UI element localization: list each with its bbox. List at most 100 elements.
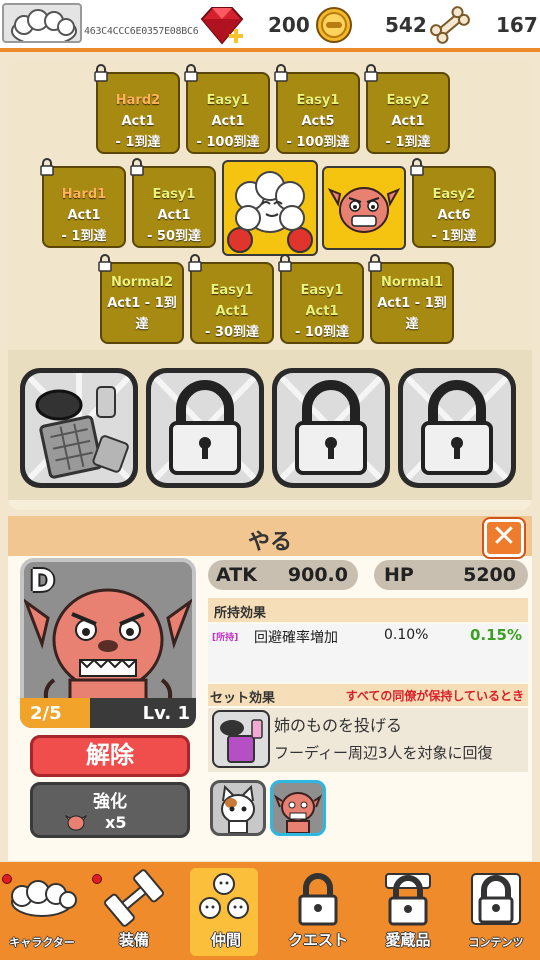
node-goal: - 10到達	[294, 325, 349, 340]
node-difficulty: Easy1 Act1	[210, 283, 254, 319]
atk-stat: ATK 900.0	[208, 560, 358, 590]
hp-value: 5200	[463, 564, 516, 586]
lock-icon	[471, 873, 521, 925]
sheep-icon	[11, 880, 77, 917]
set-effect-desc: フーディー周辺3人を対象に回復	[274, 744, 493, 762]
condition-node[interactable]: Normal2 Act1 - 1到 達	[98, 254, 184, 344]
set-effect-row: 姉のものを投げる フーディー周辺3人を対象に回復	[208, 708, 528, 772]
node-goal: - 1到達	[115, 135, 161, 150]
lock-icon	[278, 254, 292, 272]
companions-icon	[199, 873, 249, 919]
rank-badge: D	[30, 564, 55, 599]
lock-icon	[130, 158, 144, 176]
nav-companions-active[interactable]: 仲間	[190, 868, 258, 956]
set-member-cat[interactable]	[210, 780, 266, 836]
lock-icon	[385, 873, 431, 926]
nav-equipment[interactable]: 装備	[98, 868, 170, 956]
ruby-icon[interactable]	[196, 5, 252, 51]
companion-name: やる	[247, 530, 292, 555]
effect-tag: [所持]	[212, 633, 239, 643]
node-goal: 達	[405, 317, 419, 332]
set-member-dog[interactable]	[270, 780, 326, 836]
upgrade-button[interactable]: 強化 x5	[30, 782, 190, 838]
lock-icon	[368, 254, 382, 272]
node-act: Act1 - 1到	[377, 296, 447, 311]
node-act: Act1	[157, 208, 191, 223]
condition-node[interactable]: Easy2 Act1 - 1到達	[364, 64, 450, 154]
release-button[interactable]: 解除	[30, 735, 190, 777]
dog-character-portrait[interactable]	[322, 166, 406, 250]
nav-contents-label: コンテンツ	[468, 936, 524, 949]
level-label: Lv. 1	[142, 703, 190, 724]
effect-next-value: 0.15%	[469, 626, 522, 644]
padlock-icon	[151, 373, 259, 483]
node-difficulty: Easy2	[386, 93, 430, 108]
node-goal: - 50到達	[146, 229, 201, 244]
condition-node[interactable]: Easy1 Act1 - 10到達	[278, 254, 364, 344]
upgrade-label: 強化	[93, 792, 127, 812]
condition-node[interactable]: Easy1 Act1 - 50到達	[130, 158, 216, 248]
bottom-nav: キャラクター 装備 仲間 クエスト 愛蔵品 コンテンツ	[0, 862, 540, 960]
condition-node[interactable]: Normal1 Act1 - 1到 達	[368, 254, 454, 344]
set-effect-name: 姉のものを投げる	[274, 716, 403, 735]
close-button[interactable]: ✕	[482, 517, 526, 559]
sheep-avatar-icon	[11, 9, 77, 41]
node-difficulty: Easy1	[152, 187, 196, 202]
node-act: Act5	[301, 114, 335, 129]
condition-node[interactable]: Hard1 Act1 - 1到達	[40, 158, 126, 248]
relation-map: Hard2 Act1 - 1到達 Easy1 Act1 - 100到達 Easy…	[8, 60, 532, 350]
collectible-slot-locked[interactable]	[398, 368, 516, 488]
node-difficulty: Easy1	[206, 93, 250, 108]
node-difficulty: Normal1	[380, 275, 444, 290]
node-goal: - 1到達	[385, 135, 431, 150]
node-goal: 達	[135, 317, 149, 332]
user-id: 463C4CCC6E0357E08BC6	[84, 26, 199, 37]
lock-icon	[184, 64, 198, 82]
nav-quest-locked[interactable]: クエスト	[282, 868, 354, 956]
condition-node[interactable]: Easy1 Act5 - 100到達	[274, 64, 360, 154]
profile-avatar[interactable]	[2, 3, 82, 43]
condition-node[interactable]: Easy1 Act1 - 100到達	[184, 64, 270, 154]
node-goal: - 100到達	[196, 135, 260, 150]
nav-character[interactable]: キャラクター	[2, 868, 102, 956]
condition-node[interactable]: Easy2 Act6 - 1到達	[410, 158, 496, 248]
sheep-character-icon	[227, 171, 313, 253]
lock-icon	[364, 64, 378, 82]
angry-dog-icon	[273, 792, 323, 833]
angry-dog-icon	[327, 187, 401, 233]
coin-icon	[314, 5, 354, 49]
owned-effect-title: 所持効果	[214, 606, 267, 621]
condition-node[interactable]: Easy1 Act1 - 30到達	[188, 254, 274, 344]
node-difficulty: Easy1	[296, 93, 340, 108]
collectible-slot-locked[interactable]	[146, 368, 264, 488]
dog-token-icon	[65, 814, 87, 831]
padlock-icon	[403, 373, 511, 483]
node-goal: - 1到達	[61, 229, 107, 244]
nav-collection-locked[interactable]: 愛蔵品	[372, 868, 444, 956]
set-item-icon[interactable]	[212, 710, 270, 768]
level-bar: 2/5 Lv. 1	[20, 698, 196, 728]
condition-node[interactable]: Hard2 Act1 - 1到達	[94, 64, 180, 154]
sheep-character-portrait[interactable]	[222, 160, 318, 256]
lock-icon	[274, 64, 288, 82]
set-effect-condition: すべての同僚が保持しているとき	[345, 689, 524, 703]
hp-label: HP	[384, 564, 414, 586]
node-act: Act1	[121, 114, 155, 129]
nav-character-label: キャラクター	[9, 936, 75, 949]
node-goal: - 30到達	[204, 325, 259, 340]
node-goal: - 1到達	[431, 229, 477, 244]
set-effect-title: セット効果	[210, 691, 276, 706]
nav-contents-locked[interactable]: コンテンツ	[460, 868, 532, 956]
lock-icon	[98, 254, 112, 272]
collectible-slot[interactable]	[20, 368, 138, 488]
node-act: Act1	[67, 208, 101, 223]
bone-icon	[428, 5, 472, 49]
copies-count: 2/5	[30, 703, 62, 724]
node-difficulty: Normal2	[110, 275, 174, 290]
dumbbell-icon	[104, 869, 164, 927]
lock-icon	[40, 158, 54, 176]
collectible-slot-locked[interactable]	[272, 368, 390, 488]
node-difficulty: Hard2	[115, 93, 161, 108]
nav-companions-label: 仲間	[210, 931, 241, 949]
cat-character-icon	[221, 784, 255, 833]
